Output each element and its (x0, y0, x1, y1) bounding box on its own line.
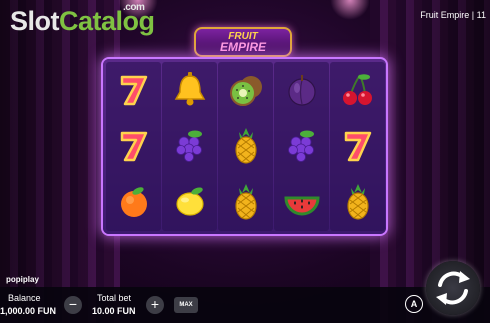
seven-icon (106, 62, 161, 118)
balance-value: 1,000.00 FUN (0, 306, 57, 316)
provider-logo: popiplay (6, 275, 39, 284)
spin-arrows-icon (436, 271, 470, 305)
seven-icon (330, 118, 385, 174)
plum-icon (274, 62, 329, 118)
reel-board (103, 59, 386, 234)
spin-button[interactable] (426, 261, 480, 315)
decrease-bet-button[interactable]: − (64, 296, 82, 314)
reel-column (106, 62, 161, 231)
reel-column (218, 62, 273, 231)
control-bar: Balance 1,000.00 FUN − Total bet 10.00 F… (0, 287, 490, 323)
kiwi-icon (218, 62, 273, 118)
total-bet-label: Total bet (97, 293, 132, 303)
orange-icon (106, 174, 161, 230)
total-bet-value: 10.00 FUN (92, 306, 136, 316)
stage-light (330, 0, 370, 20)
game-title: Fruit Empire | 11 (420, 10, 486, 20)
grapes-icon (274, 118, 329, 174)
max-bet-button[interactable]: MAX (174, 297, 198, 313)
game-stage: SlotCatalog .com Fruit Empire | 11 FRUIT… (0, 0, 490, 323)
seven-icon (106, 118, 161, 174)
watermark-part1: Slot (10, 6, 60, 36)
pineapple-icon (330, 174, 385, 230)
reel-column (162, 62, 217, 231)
autoplay-button[interactable]: A (405, 295, 423, 313)
balance-label: Balance (8, 293, 41, 303)
reel-column (274, 62, 329, 231)
pineapple-icon (218, 118, 273, 174)
watermark: SlotCatalog .com (10, 2, 155, 37)
game-logo: FRUIT EMPIRE (194, 27, 292, 57)
increase-bet-button[interactable]: + (146, 296, 164, 314)
watermark-suffix: .com (123, 2, 145, 13)
lemon-icon (162, 174, 217, 230)
watermelon-icon (274, 174, 329, 230)
pineapple-icon (218, 174, 273, 230)
grapes-icon (162, 118, 217, 174)
cherry-icon (330, 62, 385, 118)
reel-column (330, 62, 385, 231)
bell-icon (162, 62, 217, 118)
logo-line2: EMPIRE (219, 40, 266, 54)
